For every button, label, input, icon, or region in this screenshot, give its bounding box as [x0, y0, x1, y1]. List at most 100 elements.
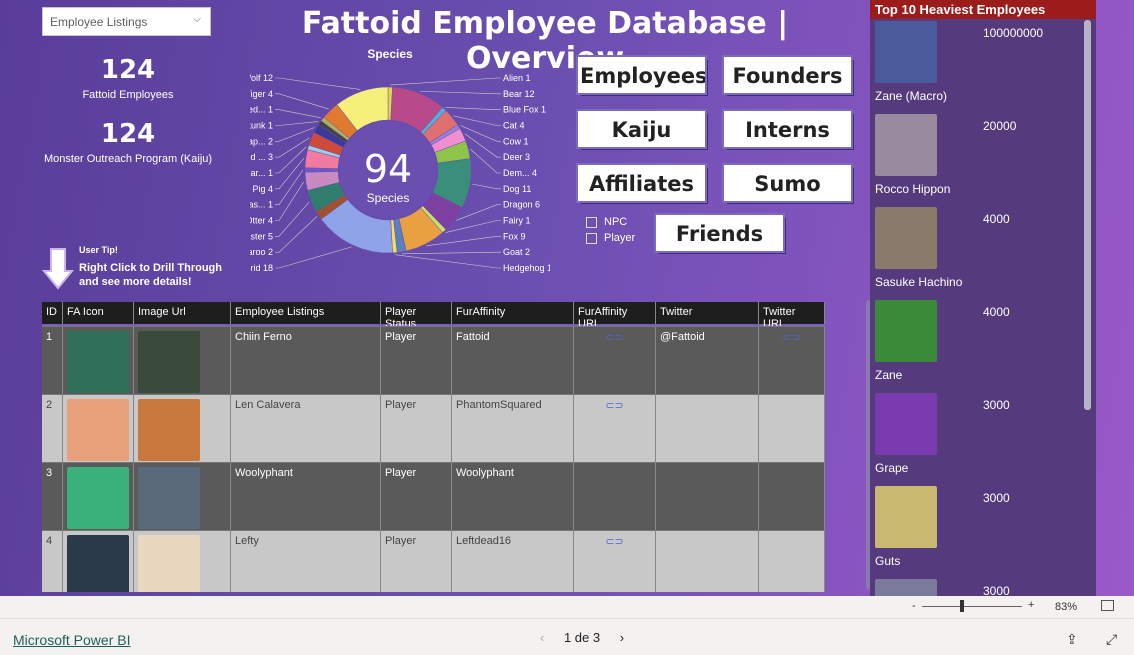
- fullscreen-icon[interactable]: ⤢: [1106, 631, 1117, 648]
- fa-avatar[interactable]: [67, 467, 129, 529]
- leader-line: [275, 169, 304, 205]
- cell-id: 4: [42, 530, 63, 592]
- employee-avatar: [875, 579, 937, 596]
- leader-line: [275, 146, 307, 174]
- leader-line: [275, 77, 361, 90]
- fa-avatar[interactable]: [67, 331, 129, 393]
- zoom-out-button[interactable]: -: [912, 600, 916, 612]
- nav-button-kaiju[interactable]: Kaiju: [576, 109, 707, 149]
- slice-label: Polar... 1: [250, 168, 273, 178]
- nav-button-founders[interactable]: Founders: [722, 55, 853, 95]
- leader-line: [275, 127, 315, 142]
- checkbox-label: Player: [604, 232, 636, 244]
- slice-label: Tiger 4: [250, 89, 273, 99]
- next-page-button[interactable]: ›: [620, 630, 624, 645]
- cell-name: Woolyphant: [231, 462, 381, 530]
- leader-line: [445, 220, 501, 233]
- employee-avatar: [875, 114, 937, 176]
- listing-slicer[interactable]: Employee Listings ⌵: [42, 7, 211, 36]
- character-image[interactable]: [138, 535, 200, 592]
- col-header-image-url[interactable]: Image Url: [134, 302, 231, 324]
- table-row[interactable]: 1 Chiin Ferno Player Fattoid ⊂⊃ @Fattoid ⊂⊃: [42, 326, 825, 394]
- cell-id: 1: [42, 326, 63, 394]
- leader-line: [275, 93, 329, 110]
- nav-button-employees[interactable]: Employees: [576, 55, 708, 95]
- checkbox-npc[interactable]: NPC: [586, 216, 635, 228]
- col-header-player-status[interactable]: Player Status: [381, 302, 452, 330]
- cell-fa-icon: [63, 462, 134, 530]
- weight-value: 3000: [983, 398, 1010, 412]
- zoom-percent: 83%: [1055, 601, 1078, 613]
- leader-line: [471, 183, 501, 190]
- nav-button-friends[interactable]: Friends: [654, 213, 785, 253]
- zoom-slider-thumb[interactable]: [960, 600, 964, 612]
- center-label: Species: [367, 191, 410, 205]
- fit-to-page-icon[interactable]: [1101, 600, 1114, 611]
- prev-page-button[interactable]: ‹: [540, 630, 544, 645]
- checkbox-box[interactable]: [586, 216, 597, 228]
- top10-item[interactable]: 100000000 Zane (Macro): [875, 21, 1043, 103]
- cell-furaffinity-url: ⊂⊃: [574, 530, 656, 592]
- slice-label: Dog 11: [503, 184, 531, 194]
- page-navigator: ‹ 1 de 3 ›: [540, 630, 624, 645]
- character-image[interactable]: [138, 467, 200, 529]
- cell-twitter-url: ⊂⊃: [759, 326, 825, 394]
- nav-button-interns[interactable]: Interns: [722, 109, 853, 149]
- col-header-listings[interactable]: Employee Listings: [231, 302, 381, 324]
- nav-button-affiliates[interactable]: Affiliates: [576, 163, 707, 203]
- cell-twitter: [656, 462, 759, 530]
- cell-fa-icon: [63, 394, 134, 462]
- kaiju-count-card: 124 Monster Outreach Program (Kaiju): [38, 119, 218, 165]
- leader-line: [275, 121, 319, 126]
- checkbox-player[interactable]: Player: [586, 232, 635, 244]
- col-header-fa-icon[interactable]: FA Icon: [63, 302, 134, 324]
- link-icon[interactable]: ⊂⊃: [578, 535, 651, 548]
- fa-avatar[interactable]: [67, 535, 129, 592]
- link-icon[interactable]: ⊂⊃: [578, 331, 651, 344]
- zoom-slider-track[interactable]: [922, 606, 1022, 607]
- table-row[interactable]: 4 Lefty Player Leftdead16 ⊂⊃: [42, 530, 825, 592]
- weight-value: 4000: [983, 305, 1010, 319]
- chart-title: Species: [367, 47, 413, 61]
- power-bi-link[interactable]: Microsoft Power BI: [13, 632, 130, 648]
- employee-table[interactable]: ID FA Icon Image Url Employee Listings P…: [42, 302, 825, 592]
- link-icon[interactable]: ⊂⊃: [578, 399, 651, 412]
- leader-line: [275, 216, 318, 253]
- col-header-twitter-url[interactable]: Twitter URL: [759, 302, 825, 330]
- share-icon[interactable]: ⇪: [1066, 631, 1078, 648]
- fa-avatar[interactable]: [67, 399, 129, 461]
- leader-line: [464, 133, 501, 158]
- top10-item[interactable]: 3000 Guts: [875, 486, 1010, 568]
- character-image[interactable]: [138, 331, 200, 393]
- cell-furaffinity-url: ⊂⊃: [574, 326, 656, 394]
- top10-item[interactable]: 4000 Zane: [875, 300, 1010, 382]
- col-header-id[interactable]: ID: [42, 302, 63, 324]
- link-icon[interactable]: ⊂⊃: [763, 331, 820, 344]
- table-header: ID FA Icon Image Url Employee Listings P…: [42, 302, 825, 330]
- leader-line: [419, 90, 501, 95]
- cell-furaffinity: Woolyphant: [452, 462, 574, 530]
- species-donut-chart[interactable]: Alien 1 Bear 12 Blue Fox 1 Cat 4 Cow 1 Deer 3…: [250, 70, 550, 280]
- top10-item[interactable]: 4000 Sasuke Hachino: [875, 207, 1010, 289]
- top10-scrollbar[interactable]: [1084, 20, 1091, 410]
- zoom-in-button[interactable]: +: [1028, 599, 1034, 611]
- chevron-down-icon[interactable]: ⌵: [193, 14, 201, 25]
- character-image[interactable]: [138, 399, 200, 461]
- nav-button-sumo[interactable]: Sumo: [722, 163, 853, 203]
- checkbox-box[interactable]: [586, 232, 597, 244]
- top10-item[interactable]: 3000: [875, 579, 1010, 596]
- col-header-furaffinity-url[interactable]: FurAffinity URL: [574, 302, 656, 330]
- leader-line: [275, 181, 305, 221]
- cell-twitter-url: [759, 394, 825, 462]
- player-status-filter: NPC Player: [586, 216, 635, 248]
- top10-item[interactable]: 20000 Rocco Hippon: [875, 114, 1016, 196]
- employee-name: Zane: [875, 368, 903, 382]
- employee-avatar: [875, 393, 937, 455]
- table-row[interactable]: 3 Woolyphant Player Woolyphant: [42, 462, 825, 530]
- col-header-twitter[interactable]: Twitter: [656, 302, 759, 324]
- col-header-furaffinity[interactable]: FurAffinity: [452, 302, 574, 324]
- top10-item[interactable]: 3000 Grape: [875, 393, 1010, 475]
- kaiju-count-value: 124: [100, 119, 156, 149]
- slice-label: Hedgehog 1: [503, 263, 550, 273]
- table-row[interactable]: 2 Len Calavera Player PhantomSquared ⊂⊃: [42, 394, 825, 462]
